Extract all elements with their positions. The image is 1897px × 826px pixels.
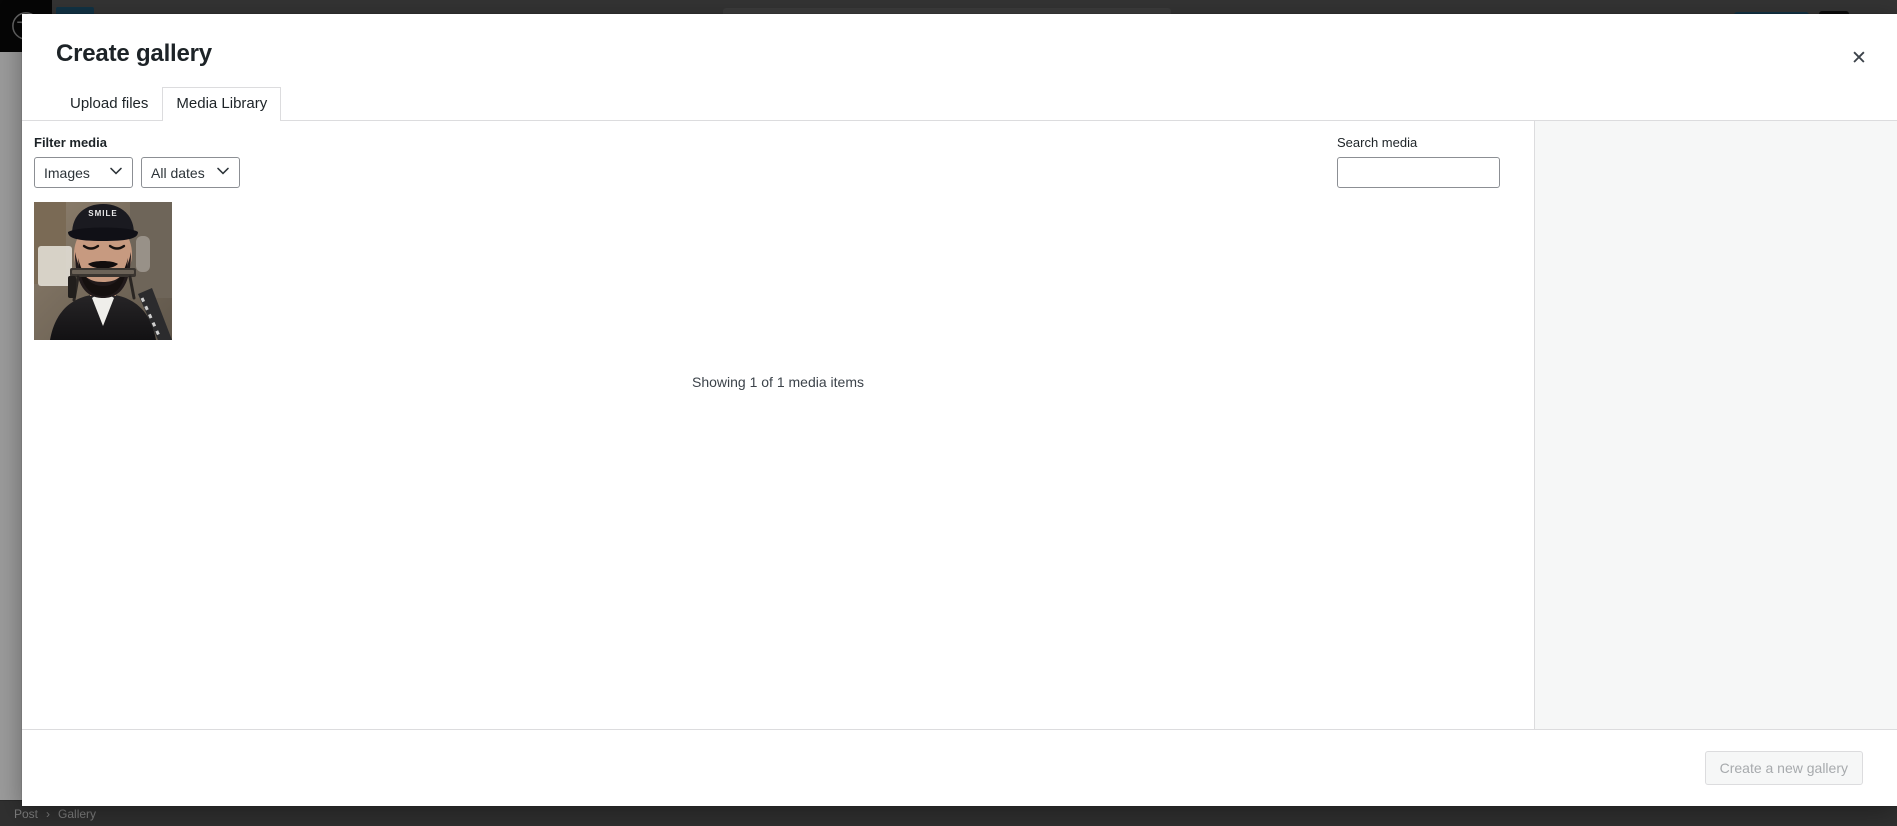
search-media-label: Search media <box>1337 135 1418 150</box>
date-filter[interactable]: All dates <box>141 157 240 188</box>
filter-controls: Images All dates <box>34 157 240 188</box>
modal-footer: Create a new gallery <box>22 729 1897 806</box>
date-filter-wrap: All dates <box>141 157 240 188</box>
page-title: Create gallery <box>56 40 212 67</box>
media-toolbar: Filter media Images All dates Search med… <box>22 121 1534 202</box>
create-new-gallery-button[interactable]: Create a new gallery <box>1704 751 1863 785</box>
tab-media-library[interactable]: Media Library <box>162 87 282 121</box>
media-thumbnail[interactable]: SMILE <box>34 202 172 340</box>
svg-text:SMILE: SMILE <box>88 209 117 218</box>
search-media-group: Search media <box>1337 135 1500 188</box>
search-input[interactable] <box>1337 157 1500 188</box>
modal-tabs: Upload files Media Library <box>22 87 1897 121</box>
media-grid-scroll[interactable]: SMILE Showing 1 of 1 media items <box>22 202 1534 729</box>
media-count-text: Showing 1 of 1 media items <box>692 374 864 390</box>
media-type-filter-wrap: Images <box>34 157 133 188</box>
tab-upload-files[interactable]: Upload files <box>56 87 162 121</box>
media-library-panel: Filter media Images All dates Search med… <box>22 121 1535 729</box>
media-grid: SMILE <box>34 202 1522 340</box>
filter-media-label: Filter media <box>34 135 107 150</box>
media-type-filter[interactable]: Images <box>34 157 133 188</box>
media-attachment-details-sidebar <box>1535 121 1897 729</box>
close-icon[interactable]: ✕ <box>1837 36 1881 80</box>
modal-header: Create gallery ✕ Upload files Media Libr… <box>22 14 1897 121</box>
modal-body: Filter media Images All dates Search med… <box>22 121 1897 729</box>
filter-media-group: Filter media Images All dates <box>34 135 240 188</box>
create-gallery-modal: Create gallery ✕ Upload files Media Libr… <box>22 14 1897 806</box>
